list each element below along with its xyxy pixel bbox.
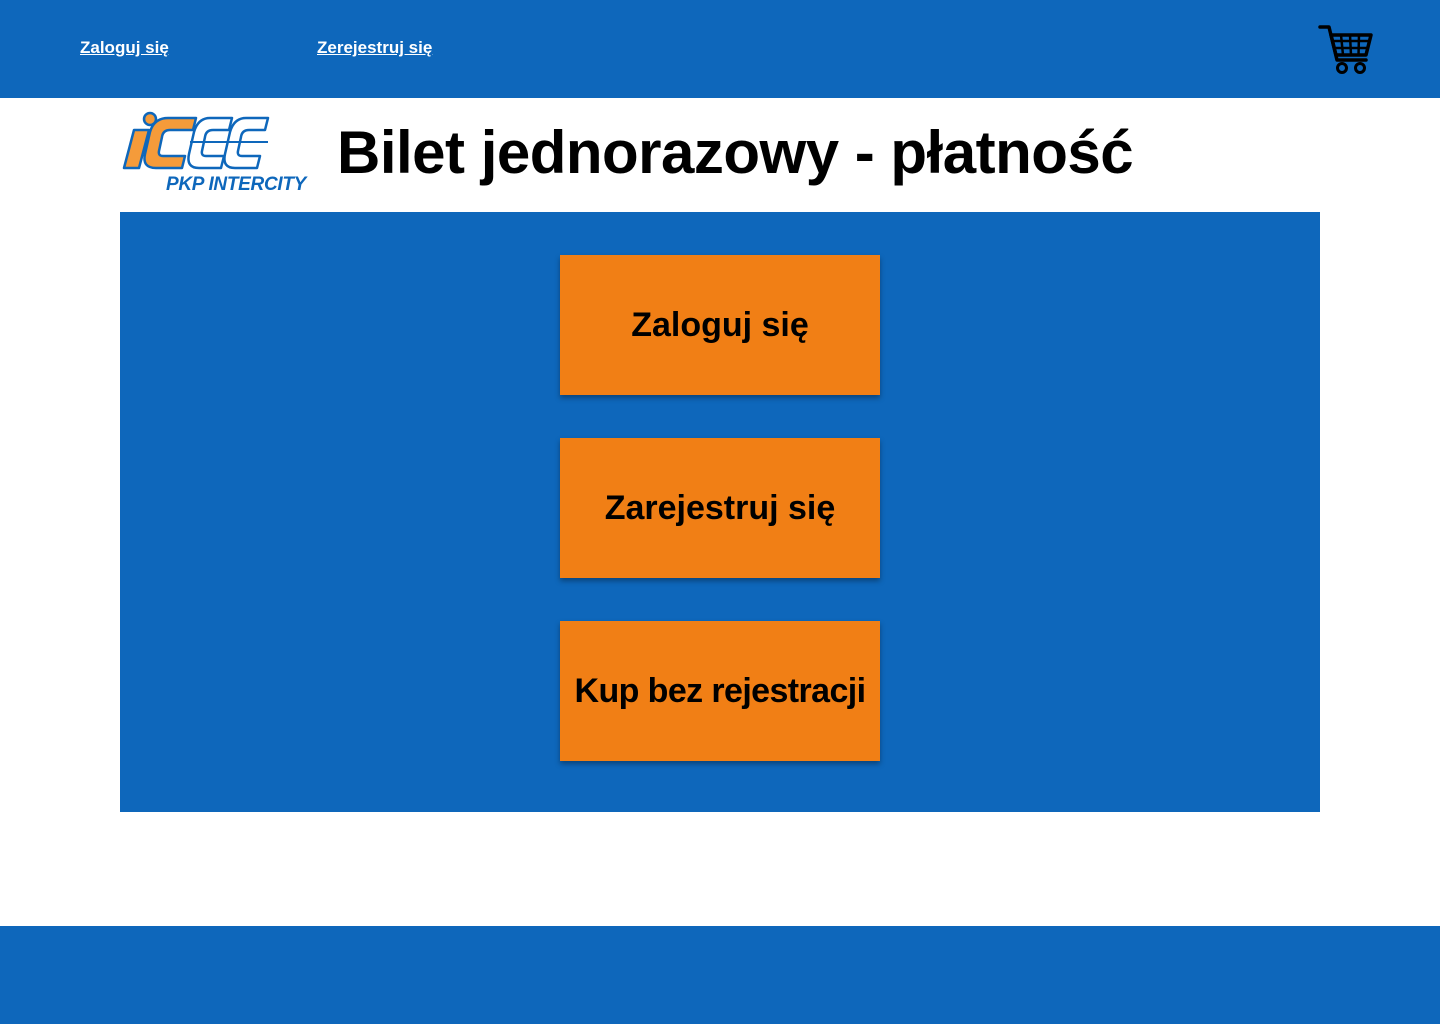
ic-logo-icon bbox=[122, 111, 270, 170]
register-link[interactable]: Zerejestruj się bbox=[317, 38, 432, 58]
top-navigation-bar: Zaloguj się Zerejestruj się bbox=[0, 0, 1440, 98]
payment-options-panel: Zaloguj się Zarejestruj się Kup bez reje… bbox=[120, 212, 1320, 812]
footer-bar bbox=[0, 926, 1440, 1024]
buy-without-registration-button[interactable]: Kup bez rejestracji bbox=[560, 621, 880, 761]
register-button[interactable]: Zarejestruj się bbox=[560, 438, 880, 578]
login-link[interactable]: Zaloguj się bbox=[80, 38, 169, 58]
shopping-cart-icon[interactable] bbox=[1318, 22, 1374, 76]
page-title: Bilet jednorazowy - płatność bbox=[337, 119, 1134, 186]
pkp-intercity-logo: PKP INTERCITY bbox=[118, 110, 324, 200]
login-button[interactable]: Zaloguj się bbox=[560, 255, 880, 395]
logo-brand-text: PKP INTERCITY bbox=[166, 174, 307, 195]
